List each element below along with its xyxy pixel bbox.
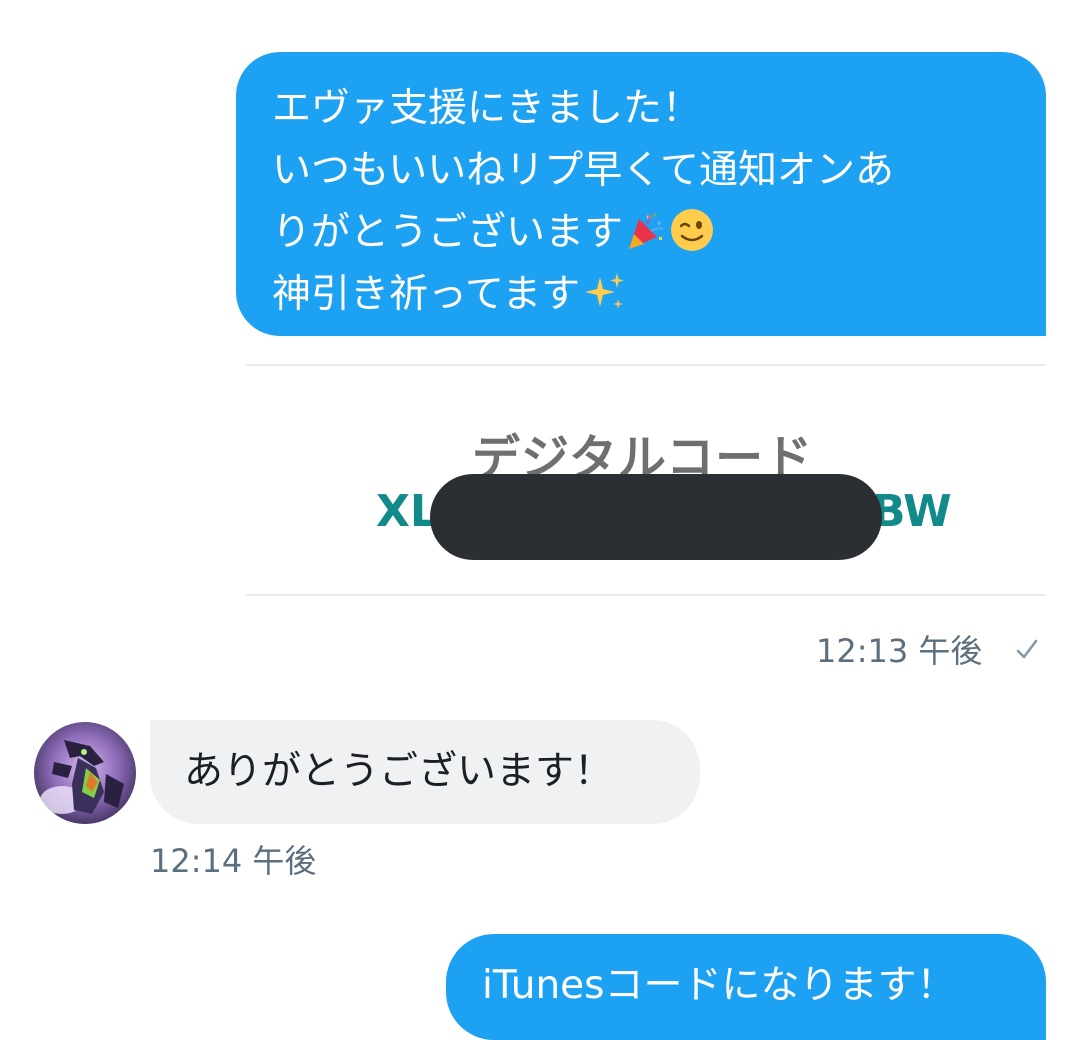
winking-face-icon	[671, 209, 714, 251]
party-popper-icon	[629, 213, 664, 249]
user-avatar[interactable]	[34, 722, 136, 824]
message-line-with-emoji: りがとうございます	[272, 202, 1010, 264]
check-icon	[1016, 639, 1038, 659]
message-line: いつもいいねリプ早くて通知オンあ	[272, 148, 895, 193]
message-line-text: 神引き祈ってます	[272, 272, 581, 317]
message-timestamp: 12:13 午後	[816, 632, 983, 670]
outgoing-message-bubble[interactable]: エヴァ支援にきました！ いつもいいねリプ早くて通知オンあ りがとうございます 神…	[236, 52, 1046, 336]
avatar-image	[34, 722, 136, 824]
sparkles-icon	[585, 273, 625, 309]
outgoing-message-bubble[interactable]: iTunesコードになります！	[446, 934, 1046, 1040]
code-suffix: BW	[872, 486, 952, 537]
message-line-text: りがとうございます	[272, 210, 624, 255]
message-line-with-emoji: 神引き祈ってます	[272, 264, 1010, 326]
redaction-bar	[430, 474, 882, 560]
attached-image-card[interactable]: デジタルコード XL BW	[246, 364, 1046, 596]
message-timestamp: 12:14 午後	[150, 842, 317, 880]
incoming-message-bubble[interactable]: ありがとうございます！	[150, 720, 700, 824]
dm-conversation: エヴァ支援にきました！ いつもいいねリプ早くて通知オンあ りがとうございます 神…	[0, 0, 1080, 1040]
code-prefix: XL	[376, 486, 438, 537]
message-line: エヴァ支援にきました！	[272, 86, 702, 131]
